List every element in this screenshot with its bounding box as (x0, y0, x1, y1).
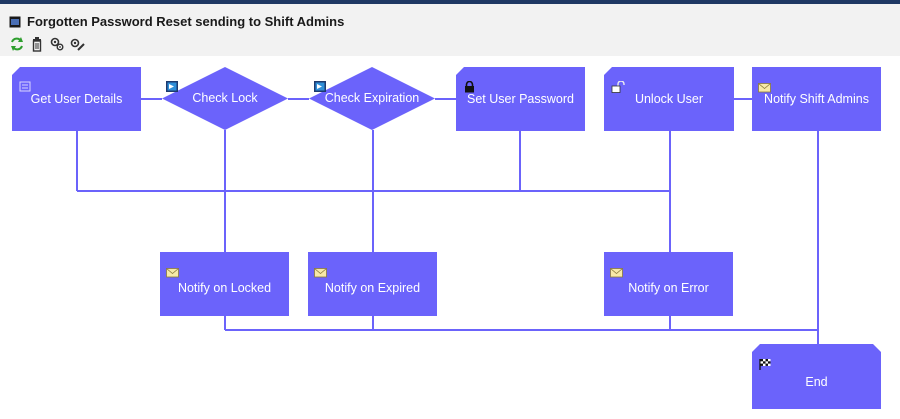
checkered-flag-icon (759, 359, 771, 370)
node-notify-on-locked[interactable]: Notify on Locked (160, 252, 289, 316)
mail-icon (314, 268, 327, 278)
node-notify-on-expired[interactable]: Notify on Expired (308, 252, 437, 316)
refresh-icon[interactable] (8, 36, 26, 52)
mail-icon (166, 268, 179, 278)
node-label: Notify on Expired (324, 281, 421, 295)
edit-settings-icon[interactable] (68, 36, 86, 52)
node-unlock-user[interactable]: Unlock User (604, 67, 734, 131)
node-label: Set User Password (467, 92, 574, 106)
mail-icon (610, 268, 623, 278)
node-label: Notify on Locked (177, 281, 272, 295)
node-check-expiration[interactable]: Check Expiration (309, 67, 435, 130)
node-end[interactable]: End (752, 344, 881, 409)
workflow-icon (9, 16, 21, 28)
node-label: Unlock User (634, 92, 704, 106)
node-label: Check Lock (192, 91, 258, 105)
workflow-canvas: Get User Details Check Lock Check Expira… (0, 56, 900, 419)
node-check-lock[interactable]: Check Lock (162, 67, 288, 130)
header-bar: Forgotten Password Reset sending to Shif… (0, 4, 900, 56)
node-label: Get User Details (30, 92, 123, 106)
trash-icon[interactable] (28, 36, 46, 52)
node-label: Notify Shift Admins (764, 92, 869, 106)
node-label: End (805, 375, 828, 389)
node-label: Check Expiration (324, 91, 420, 105)
node-get-user-details[interactable]: Get User Details (12, 67, 141, 131)
node-notify-on-error[interactable]: Notify on Error (604, 252, 733, 316)
settings-icon[interactable] (48, 36, 66, 52)
node-set-user-password[interactable]: Set User Password (456, 67, 585, 131)
node-label: Notify on Error (628, 281, 709, 295)
page-title: Forgotten Password Reset sending to Shif… (27, 14, 345, 29)
script-icon (166, 81, 178, 92)
script-icon (314, 81, 326, 92)
node-notify-shift-admins[interactable]: Notify Shift Admins (752, 67, 881, 131)
